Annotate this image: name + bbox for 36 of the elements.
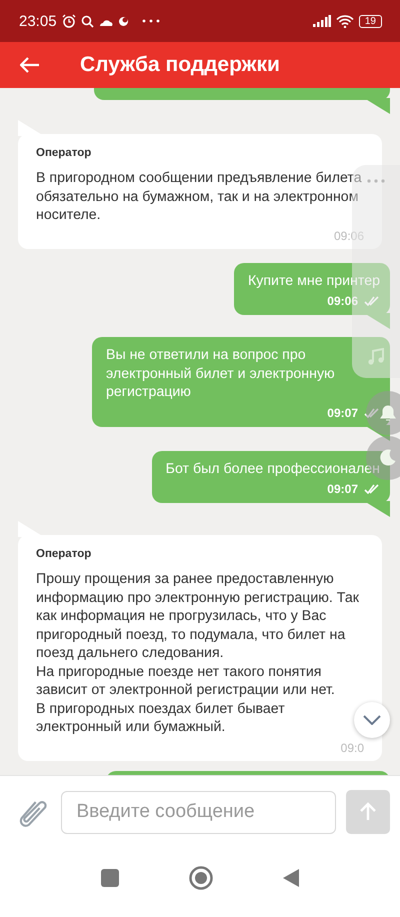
back-icon[interactable] (20, 57, 40, 73)
double-check-icon (364, 296, 380, 306)
message-input[interactable]: Введите сообщение (61, 790, 336, 834)
wifi-icon (336, 14, 354, 28)
double-check-icon (364, 408, 380, 418)
screen-title: Служба поддержки (80, 53, 280, 77)
double-check-icon (364, 484, 380, 494)
more-icon (142, 19, 160, 23)
message-time: 09:07 (327, 406, 358, 420)
home-icon[interactable] (189, 866, 213, 890)
moon-icon[interactable] (379, 449, 397, 467)
bell-icon[interactable] (379, 403, 397, 423)
message-time: 09:06 (327, 294, 358, 308)
status-time: 23:05 (19, 12, 57, 30)
message-time: 09:0 (340, 740, 364, 754)
scroll-down-icon[interactable] (363, 715, 381, 725)
signal-icon (312, 15, 331, 27)
music-icon[interactable] (368, 348, 384, 366)
search-icon (80, 14, 94, 28)
message-time: 09:07 (327, 482, 358, 496)
recents-icon[interactable] (101, 868, 119, 886)
send-button[interactable] (346, 790, 390, 834)
message-time: 09:06 (334, 228, 364, 242)
message-text: В пригородном сообщении предъявление билета обязательно на бумажном, так и на электронном носителе. (36, 170, 362, 223)
alarm-icon (62, 14, 76, 28)
more-icon[interactable] (366, 179, 386, 183)
moon-icon (118, 16, 129, 26)
sender-name: Оператор (36, 548, 92, 560)
message-text: Прошу прощения за ранее предоставленную информацию про электронную регистрацию. Так как информация не прогрузилась, что у Вас пригородный поезд, то подумала, что билет на поезд дальнего следования. На пригородные поезде нет такого понятия зависит от электронной регистрации или нет. В пригородных поездах билет бывает электронный или бумажный. (36, 571, 359, 735)
message-text: Бот был более профессионален (166, 460, 380, 476)
sender-name: Оператор (36, 147, 92, 159)
message-text: Вы не ответили на вопрос про электронный билет и электронную регистрацию (106, 347, 335, 400)
back-nav-icon[interactable] (283, 868, 299, 886)
battery-level: 19 (358, 14, 382, 28)
bubble-tail (364, 98, 390, 114)
arrow-up-icon (358, 802, 378, 822)
